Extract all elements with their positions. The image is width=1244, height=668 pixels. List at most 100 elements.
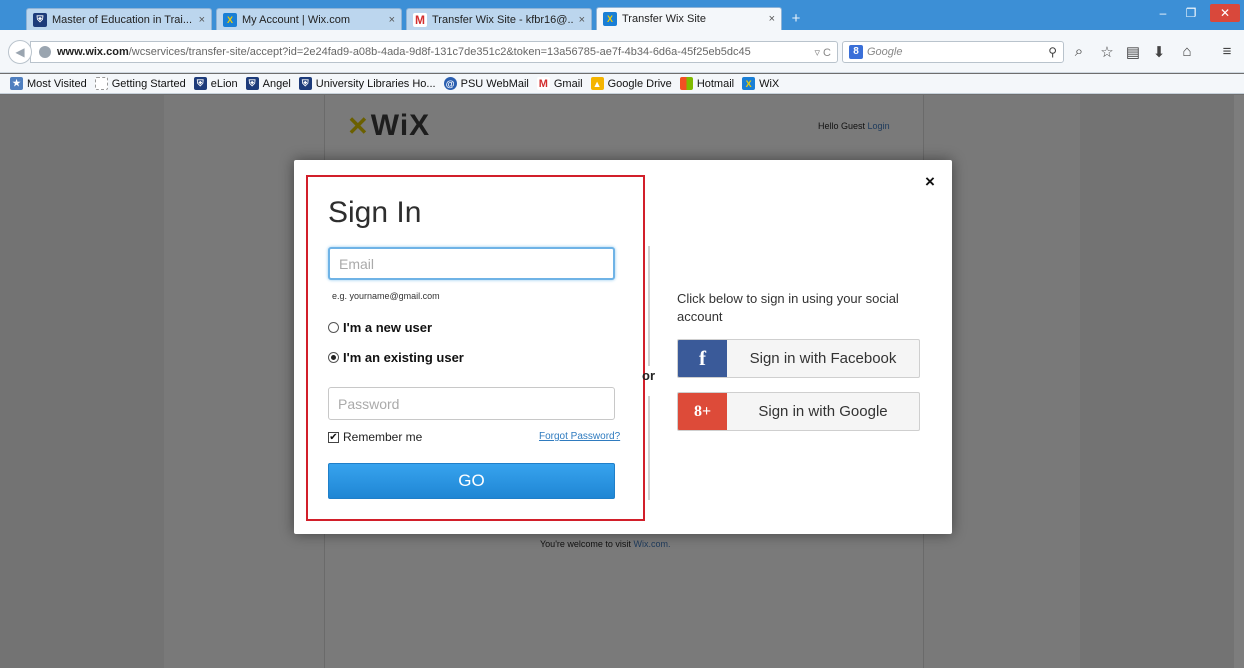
bookmark-university-libraries[interactable]: ⛨ University Libraries Ho...	[298, 77, 436, 90]
new-user-label: I'm a new user	[343, 320, 433, 335]
tab-transfer-wix-site[interactable]: X Transfer Wix Site ×	[596, 7, 782, 30]
close-tab-icon[interactable]: ×	[199, 14, 205, 26]
forgot-password-link[interactable]: Forgot Password?	[539, 431, 620, 442]
getting-started-icon	[94, 77, 108, 90]
bookmark-gmail[interactable]: M Gmail	[536, 77, 583, 90]
bookmark-label: Angel	[262, 77, 291, 90]
wix-icon: X	[223, 12, 237, 27]
navigation-bar: www.wix.com/wcservices/transfer-site/acc…	[0, 30, 1244, 73]
shield-icon: ⛨	[245, 77, 259, 90]
wix-icon: X	[742, 77, 756, 90]
hello-text: Hello Guest	[818, 121, 866, 131]
social-caption: Click below to sign in using your social…	[677, 291, 899, 324]
close-tab-icon[interactable]: ×	[579, 14, 585, 26]
remember-me-label: Remember me	[343, 430, 423, 444]
email-field[interactable]	[328, 247, 615, 280]
hotmail-icon	[679, 77, 693, 90]
window-close-icon[interactable]: ✕	[1210, 4, 1240, 22]
tab-title: My Account | Wix.com	[242, 13, 350, 26]
bookmark-label: University Libraries Ho...	[315, 77, 436, 90]
search-go-icon[interactable]: ⌕	[1070, 43, 1088, 60]
login-link[interactable]: Login	[868, 121, 890, 131]
bookmark-label: Google Drive	[607, 77, 672, 90]
tab-bar: ⛨ Master of Education in Trai... × X My …	[0, 0, 1244, 30]
existing-user-radio[interactable]	[328, 352, 339, 363]
gmail-icon: M	[536, 77, 550, 90]
shield-icon: ⛨	[193, 77, 207, 90]
close-tab-icon[interactable]: ×	[769, 13, 775, 25]
google-signin-label: Sign in with Google	[758, 403, 888, 420]
shield-icon: ⛨	[298, 77, 312, 90]
bookmark-star-icon[interactable]: ☆	[1098, 43, 1116, 61]
url-domain: www.wix.com	[57, 46, 129, 58]
search-placeholder: Google	[867, 46, 903, 58]
facebook-icon: f	[678, 340, 727, 377]
new-tab-button[interactable]: +	[786, 10, 806, 28]
wix-icon: X	[603, 12, 617, 26]
facebook-signin-label: Sign in with Facebook	[749, 350, 897, 367]
welcome-text: You're welcome to visit	[540, 539, 631, 549]
wix-link[interactable]: Wix.com.	[633, 539, 670, 549]
existing-user-option[interactable]: I'm an existing user	[328, 350, 464, 365]
bookmark-wix[interactable]: X WiX	[742, 77, 779, 90]
bookmark-elion[interactable]: ⛨ eLion	[193, 77, 238, 90]
url-text: www.wix.com/wcservices/transfer-site/acc…	[57, 46, 814, 58]
menu-icon[interactable]: ≡	[1218, 43, 1236, 60]
signin-modal: × Sign In e.g. yourname@gmail.com I'm a …	[294, 160, 952, 534]
go-button[interactable]: GO	[328, 463, 615, 499]
bookmark-google-drive[interactable]: ▲ Google Drive	[590, 77, 672, 90]
bookmark-hotmail[interactable]: Hotmail	[679, 77, 735, 90]
signin-title: Sign In	[328, 196, 422, 229]
shield-icon: ⛨	[33, 12, 47, 27]
bookmark-angel[interactable]: ⛨ Angel	[245, 77, 291, 90]
bookmark-most-visited[interactable]: ★ Most Visited	[10, 77, 87, 90]
tab-my-account[interactable]: X My Account | Wix.com ×	[216, 8, 402, 30]
bookmark-label: PSU WebMail	[460, 77, 529, 90]
or-separator: or	[642, 368, 655, 383]
gmail-icon: M	[413, 12, 427, 27]
close-icon[interactable]: ×	[920, 172, 940, 192]
bookmark-label: Getting Started	[111, 77, 186, 90]
tab-master-of-education[interactable]: ⛨ Master of Education in Trai... ×	[26, 8, 212, 30]
page-scrollbar[interactable]	[1234, 95, 1244, 668]
wix-logo-mark-icon: ✕	[347, 110, 369, 141]
home-icon[interactable]: ⌂	[1178, 43, 1196, 60]
bookmark-label: eLion	[210, 77, 238, 90]
search-bar[interactable]: 8 Google ⚲	[842, 41, 1064, 63]
divider-line	[648, 396, 650, 500]
bookmarks-bar: ★ Most Visited Getting Started ⛨ eLion ⛨ An…	[0, 74, 1244, 94]
wix-logo: ✕ WiX	[347, 109, 430, 143]
bookmark-getting-started[interactable]: Getting Started	[94, 77, 186, 90]
tab-transfer-wix-gmail[interactable]: M Transfer Wix Site - kfbr16@... ×	[406, 8, 592, 30]
reading-list-icon[interactable]: ▤	[1124, 43, 1142, 61]
remember-me-checkbox[interactable]: ✔	[328, 431, 339, 443]
new-user-radio[interactable]	[328, 322, 339, 333]
bookmark-psu-webmail[interactable]: @ PSU WebMail	[443, 77, 529, 90]
wix-logo-text: WiX	[370, 109, 431, 142]
divider-line	[648, 246, 650, 366]
new-user-option[interactable]: I'm a new user	[328, 320, 432, 335]
password-field[interactable]	[328, 387, 615, 420]
google-drive-icon: ▲	[590, 77, 604, 90]
restore-icon[interactable]: ❐	[1178, 4, 1204, 22]
most-visited-icon: ★	[10, 77, 23, 90]
bookmark-label: Hotmail	[696, 77, 735, 90]
downloads-icon[interactable]: ⬇	[1150, 43, 1168, 61]
existing-user-label: I'm an existing user	[343, 350, 464, 365]
remember-me-option[interactable]: ✔ Remember me	[328, 430, 422, 444]
tab-title: Transfer Wix Site	[622, 13, 706, 25]
welcome-message: You're welcome to visit Wix.com.	[540, 539, 670, 549]
globe-icon	[39, 46, 51, 58]
reload-icon[interactable]: ▿ C	[814, 46, 831, 59]
close-tab-icon[interactable]: ×	[389, 14, 395, 26]
google-plus-icon: 8+	[678, 393, 727, 430]
tab-title: Transfer Wix Site - kfbr16@...	[432, 13, 573, 26]
bookmark-label: Gmail	[553, 77, 583, 90]
facebook-signin-button[interactable]: f Sign in with Facebook	[677, 339, 920, 378]
tab-title: Master of Education in Trai...	[52, 13, 193, 26]
google-signin-button[interactable]: 8+ Sign in with Google	[677, 392, 920, 431]
url-bar[interactable]: www.wix.com/wcservices/transfer-site/acc…	[30, 41, 838, 63]
back-button[interactable]: ◀	[8, 40, 32, 64]
search-icon[interactable]: ⚲	[1048, 45, 1057, 59]
minimize-icon[interactable]: –	[1150, 4, 1176, 22]
